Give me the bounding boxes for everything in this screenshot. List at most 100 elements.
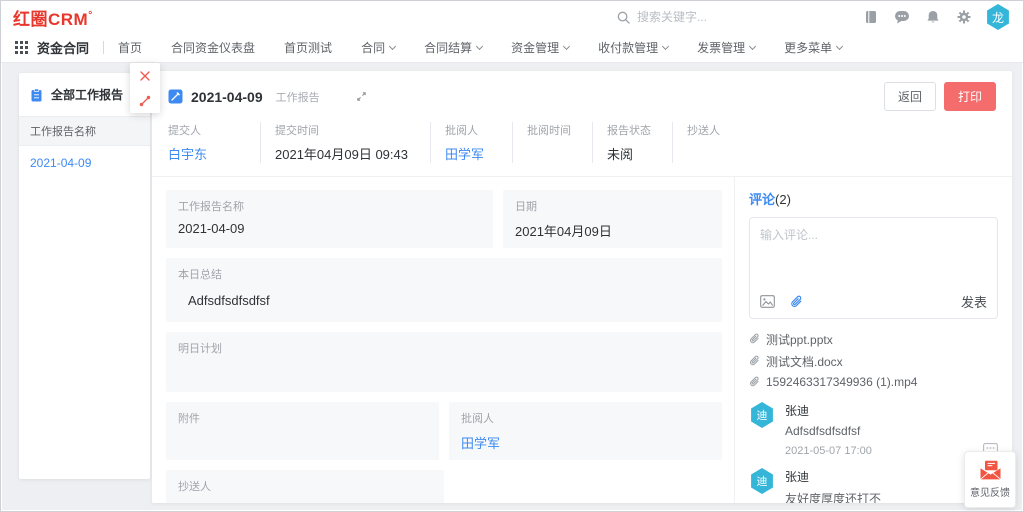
image-icon[interactable] (760, 295, 775, 308)
bell-icon[interactable] (917, 1, 948, 33)
nav-item-label: 首页 (118, 39, 142, 56)
field-value: Adfsdfsdfsdfsf (188, 293, 710, 308)
chevron-down-icon (836, 43, 843, 50)
comment-input[interactable] (760, 226, 987, 292)
field-value: 2021年04月09日 (515, 221, 710, 240)
back-button[interactable]: 返回 (884, 82, 936, 111)
nav-item-label: 合同资金仪表盘 (171, 39, 255, 56)
comment-item: 迪 张迪 友好度厚度还打不 2021-05-07 17:00 (749, 468, 998, 503)
content-area: 全部工作报告 工作报告名称 2021-04-09 2021-04-09 工作报告 (2, 63, 1022, 510)
field-cc: 抄送人 (166, 470, 444, 503)
nav-item-home-test[interactable]: 首页测试 (284, 39, 332, 56)
floating-toolbar (130, 63, 160, 113)
sidebar-title-label: 全部工作报告 (51, 86, 123, 103)
info-label: 报告状态 (607, 122, 658, 138)
column-header-report-name: 工作报告名称 (19, 116, 150, 146)
attachment-name: 1592463317349936 (1).mp4 (766, 375, 917, 389)
detail-info-strip: 提交人 白宇东 提交时间 2021年04月09日 09:43 批阅人 田学军 批… (152, 117, 1012, 176)
print-button[interactable]: 打印 (944, 82, 996, 111)
attachment-item[interactable]: 1592463317349936 (1).mp4 (749, 372, 998, 391)
comment-body: 张迪 Adfsdfsdfsdfsf 2021-05-07 17:00 (785, 402, 872, 457)
field-label: 抄送人 (178, 478, 432, 494)
nav-item-label: 发票管理 (697, 39, 745, 56)
detail-header: 2021-04-09 工作报告 返回 打印 (152, 71, 1012, 117)
feedback-widget[interactable]: 意见反馈 (964, 451, 1016, 508)
field-label: 批阅人 (461, 410, 710, 426)
app-logo-degree: ° (88, 10, 93, 21)
status-value: 未阅 (607, 144, 658, 163)
comment-item: 迪 张迪 Adfsdfsdfsdfsf 2021-05-07 17:00 (749, 402, 998, 457)
attachment-item[interactable]: 测试ppt.pptx (749, 328, 998, 350)
expand-icon[interactable] (356, 91, 367, 102)
commenter-avatar: 迪 (749, 468, 775, 494)
info-field-cc: 抄送人 (672, 122, 742, 163)
commenter-name: 张迪 (785, 468, 881, 485)
chevron-down-icon (476, 43, 483, 50)
field-reviewer-link[interactable]: 田学军 (461, 433, 710, 452)
nav-item-label: 更多菜单 (784, 39, 832, 56)
clipboard-icon (30, 88, 43, 102)
field-reviewer: 批阅人 田学军 (449, 402, 722, 460)
resize-icon[interactable] (130, 88, 160, 113)
field-attachments: 附件 (166, 402, 439, 460)
nav-item-home[interactable]: 首页 (118, 39, 142, 56)
submit-time-value: 2021年04月09日 09:43 (275, 144, 416, 163)
report-detail-panel: 2021-04-09 工作报告 返回 打印 提交人 白宇东 提交时间 2021年… (152, 71, 1012, 503)
attachment-item[interactable]: 测试文档.docx (749, 350, 998, 372)
top-header: 红圈CRM° 龙 (1, 1, 1023, 33)
apps-grid-icon[interactable] (15, 41, 28, 54)
user-avatar[interactable]: 龙 (985, 4, 1011, 30)
detail-body: 工作报告名称 2021-04-09 日期 2021年04月09日 本日总结 Ad… (152, 177, 1012, 503)
info-field-submitter: 提交人 白宇东 (168, 122, 260, 163)
search-input[interactable] (637, 10, 817, 24)
comment-text: Adfsdfsdfsdfsf (785, 424, 872, 438)
post-comment-button[interactable]: 发表 (961, 292, 987, 311)
field-tomorrow-plan: 明日计划 (166, 332, 722, 392)
paperclip-icon[interactable] (790, 295, 803, 309)
workspace-title[interactable]: 资金合同 (37, 38, 89, 57)
document-icon (168, 89, 183, 104)
nav-item-contract-settlement[interactable]: 合同结算 (424, 39, 482, 56)
notebook-icon[interactable] (855, 1, 886, 33)
feedback-label: 意见反馈 (970, 484, 1010, 499)
nav-item-label: 收付款管理 (598, 39, 658, 56)
nav-item-label: 资金管理 (511, 39, 559, 56)
record-type-label: 工作报告 (276, 89, 320, 105)
field-label: 附件 (178, 410, 427, 426)
comment-toolbar: 发表 (760, 292, 987, 311)
field-date: 日期 2021年04月09日 (503, 190, 722, 248)
detail-actions: 返回 打印 (884, 82, 996, 111)
comment-text: 友好度厚度还打不 (785, 490, 881, 503)
chevron-down-icon (389, 43, 396, 50)
nav-item-invoice-management[interactable]: 发票管理 (697, 39, 755, 56)
reviewer-link[interactable]: 田学军 (445, 144, 498, 163)
nav-item-payments-management[interactable]: 收付款管理 (598, 39, 668, 56)
close-icon[interactable] (130, 63, 160, 88)
report-list-item[interactable]: 2021-04-09 (19, 146, 150, 180)
review-time-value (527, 144, 578, 160)
nav-item-funds-management[interactable]: 资金管理 (511, 39, 569, 56)
commenter-name: 张迪 (785, 402, 872, 419)
nav-item-contract[interactable]: 合同 (361, 39, 395, 56)
main-navbar: 资金合同 首页 合同资金仪表盘 首页测试 合同 合同结算 资金管理 收付款管理 … (1, 33, 1023, 63)
field-value: 2021-04-09 (178, 221, 481, 236)
global-search[interactable] (617, 10, 855, 24)
nav-item-contract-funds-dashboard[interactable]: 合同资金仪表盘 (171, 39, 255, 56)
envelope-icon (979, 460, 1002, 480)
comment-input-box[interactable]: 发表 (749, 217, 998, 319)
info-field-reviewer: 批阅人 田学军 (430, 122, 512, 163)
app-logo[interactable]: 红圈CRM° (13, 5, 93, 30)
nav-item-label: 合同结算 (424, 39, 472, 56)
info-label: 批阅时间 (527, 122, 578, 138)
navbar-divider (103, 41, 104, 54)
avatar-char: 迪 (757, 407, 768, 423)
info-label: 抄送人 (687, 122, 728, 138)
field-label: 工作报告名称 (178, 198, 481, 214)
gear-icon[interactable] (948, 1, 979, 33)
report-form: 工作报告名称 2021-04-09 日期 2021年04月09日 本日总结 Ad… (152, 177, 734, 503)
submitter-link[interactable]: 白宇东 (168, 144, 246, 163)
chat-icon[interactable] (886, 1, 917, 33)
nav-item-more-menu[interactable]: 更多菜单 (784, 39, 842, 56)
comments-count: (2) (775, 192, 791, 207)
comment-body: 张迪 友好度厚度还打不 2021-05-07 17:00 (785, 468, 881, 503)
